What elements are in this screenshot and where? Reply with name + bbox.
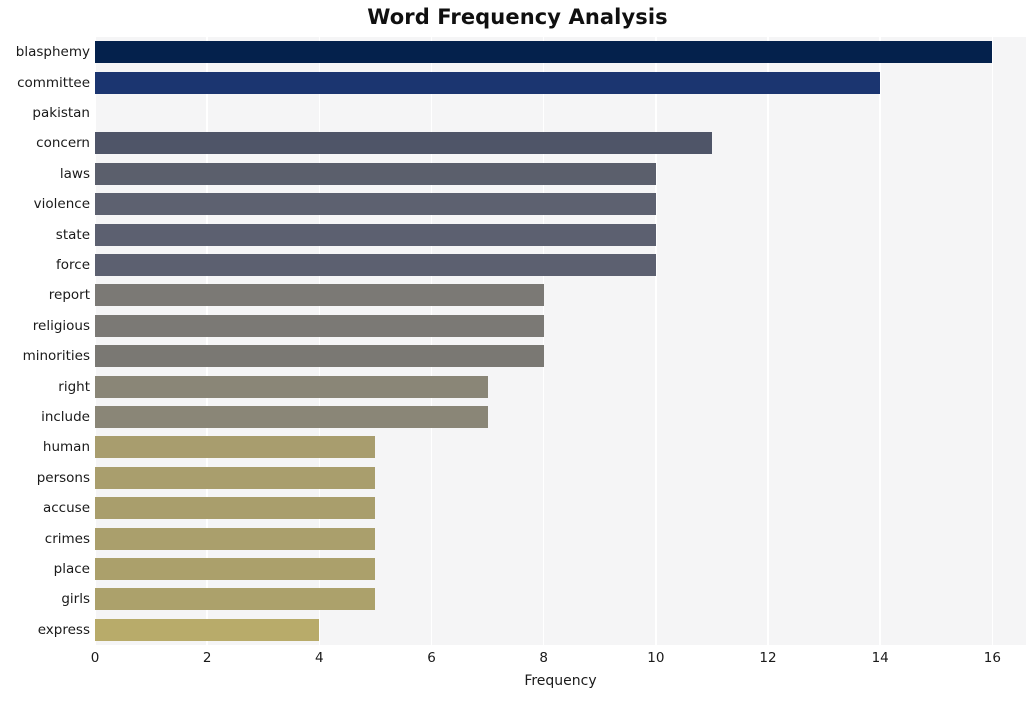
bar-crimes bbox=[95, 527, 376, 550]
bar-religious bbox=[95, 314, 544, 337]
bar-committee bbox=[95, 71, 881, 94]
bar-place bbox=[95, 558, 376, 580]
bar-right bbox=[95, 375, 488, 398]
x-tick-label-16: 16 bbox=[983, 650, 1001, 666]
bar-row bbox=[95, 41, 1026, 64]
bar-violence bbox=[95, 193, 656, 216]
y-tick-label-committee: committee bbox=[17, 74, 90, 91]
y-tick-label-concern: concern bbox=[36, 135, 90, 152]
bar-laws bbox=[95, 162, 656, 185]
y-tick-label-laws: laws bbox=[59, 165, 90, 182]
y-tick-label-include: include bbox=[41, 409, 90, 425]
y-tick-label-express: express bbox=[37, 621, 90, 638]
x-tick-label-12: 12 bbox=[759, 650, 777, 666]
bar-human bbox=[95, 436, 376, 459]
y-tick-label-accuse: accuse bbox=[42, 500, 90, 517]
bar-report bbox=[95, 284, 544, 307]
x-tick-label-6: 6 bbox=[427, 650, 436, 666]
x-tick-label-10: 10 bbox=[647, 650, 665, 666]
bar-row bbox=[95, 71, 1026, 94]
bar-concern bbox=[95, 132, 712, 155]
bar-row bbox=[95, 132, 1026, 155]
bar-row bbox=[95, 618, 1026, 641]
bar-row bbox=[95, 436, 1026, 459]
gridline-x-16 bbox=[991, 37, 994, 645]
y-tick-label-blasphemy: blasphemy bbox=[15, 44, 90, 61]
bar-row bbox=[95, 558, 1026, 580]
x-axis-label: Frequency bbox=[524, 673, 597, 689]
y-tick-label-minorities: minorities bbox=[22, 348, 90, 365]
bar-minorities bbox=[95, 345, 544, 368]
bar-row bbox=[95, 466, 1026, 489]
y-axis-tick-labels: blasphemy committee pakistan concern laws vio… bbox=[0, 37, 90, 645]
bar-row bbox=[95, 223, 1026, 246]
x-tick-label-8: 8 bbox=[539, 650, 548, 666]
gridline-x-8 bbox=[542, 37, 545, 645]
y-tick-label-human: human bbox=[42, 439, 90, 456]
gridline-x-6 bbox=[430, 37, 433, 645]
gridline-x-4 bbox=[318, 37, 321, 645]
bar-row bbox=[95, 406, 1026, 428]
bar-row bbox=[95, 345, 1026, 368]
x-tick-label-0: 0 bbox=[90, 650, 100, 666]
y-tick-label-girls: girls bbox=[61, 591, 90, 608]
y-tick-label-pakistan: pakistan bbox=[32, 105, 90, 121]
y-tick-label-place: place bbox=[53, 561, 90, 577]
bar-girls bbox=[95, 588, 376, 611]
y-tick-label-force: force bbox=[56, 257, 90, 273]
page-title: Word Frequency Analysis bbox=[367, 5, 668, 29]
plot-area bbox=[95, 37, 1026, 645]
chart-figure: Word Frequency Analysis blasphemy committ… bbox=[0, 0, 1035, 701]
bar-row bbox=[95, 102, 1026, 124]
gridline-x-10 bbox=[655, 37, 657, 645]
bar-row bbox=[95, 193, 1026, 216]
bar-row bbox=[95, 314, 1026, 337]
bar-force bbox=[95, 254, 656, 276]
bar-row bbox=[95, 162, 1026, 185]
bar-row bbox=[95, 254, 1026, 276]
x-tick-label-14: 14 bbox=[871, 650, 889, 666]
bar-blasphemy bbox=[95, 41, 993, 64]
y-tick-label-religious: religious bbox=[32, 317, 90, 334]
bar-state bbox=[95, 223, 656, 246]
bar-row bbox=[95, 588, 1026, 611]
bar-persons bbox=[95, 466, 376, 489]
bar-row bbox=[95, 375, 1026, 398]
bar-row bbox=[95, 284, 1026, 307]
gridline-x-12 bbox=[767, 37, 769, 645]
y-tick-label-state: state bbox=[55, 226, 90, 243]
y-tick-label-violence: violence bbox=[33, 196, 90, 213]
y-tick-label-right: right bbox=[58, 378, 90, 395]
x-tick-label-2: 2 bbox=[202, 650, 212, 666]
bar-include bbox=[95, 406, 488, 428]
y-tick-label-crimes: crimes bbox=[44, 530, 90, 547]
bar-accuse bbox=[95, 497, 376, 520]
gridline-x-2 bbox=[206, 37, 208, 645]
gridline-x-14 bbox=[879, 37, 881, 645]
y-tick-label-report: report bbox=[48, 287, 90, 304]
bar-pakistan bbox=[95, 102, 768, 124]
bar-row bbox=[95, 497, 1026, 520]
y-tick-label-persons: persons bbox=[36, 469, 90, 486]
bar-row bbox=[95, 527, 1026, 550]
gridline-x-0 bbox=[95, 37, 96, 645]
x-tick-label-4: 4 bbox=[315, 650, 324, 666]
x-axis-tick-labels: 0 2 4 6 8 10 12 14 16 bbox=[0, 648, 1035, 672]
bar-express bbox=[95, 618, 320, 641]
